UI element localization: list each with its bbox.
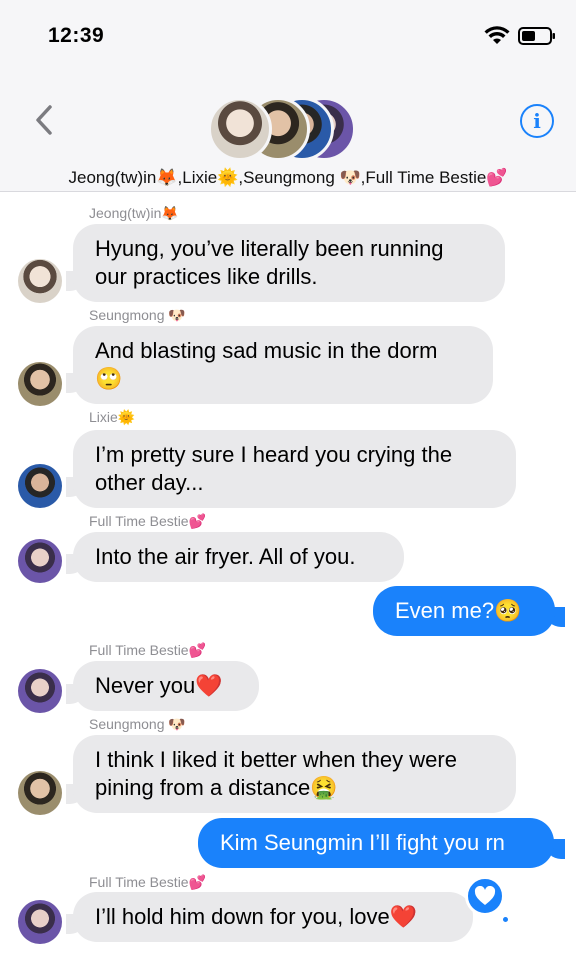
avatar: [18, 669, 62, 713]
message-text: Even me?🥺: [395, 598, 522, 623]
sender-name: Full Time Bestie💕: [89, 513, 207, 529]
message-bubble[interactable]: And blasting sad music in the dorm 🙄: [73, 326, 493, 404]
heart-icon: [474, 886, 496, 905]
message-text: And blasting sad music in the dorm: [95, 338, 438, 363]
message-bubble[interactable]: Kim Seungmin I’ll fight you rn: [198, 818, 554, 868]
info-icon: i: [533, 109, 541, 133]
message-bubble[interactable]: Hyung, you’ve literally been running our…: [73, 224, 505, 302]
wifi-icon: [484, 26, 510, 44]
message-bubble[interactable]: Even me?🥺: [373, 586, 555, 636]
chevron-left-icon: [36, 105, 52, 135]
sender-name: Jeong(tw)in🦊: [89, 205, 179, 221]
message-list[interactable]: Jeong(tw)in🦊 Hyung, you’ve literally bee…: [0, 193, 576, 960]
message-text: Never you❤️: [95, 673, 223, 698]
message-text: Hyung, you’ve literally been running: [95, 236, 444, 261]
message-text: pining from a distance🤮: [95, 775, 338, 800]
conversation-header: 12:39 i Jeong(tw)in🦊,Lixie🌞,Seungmong 🐶,…: [0, 0, 576, 192]
sender-name: Full Time Bestie💕: [89, 874, 207, 890]
status-icons: [484, 26, 556, 46]
info-button[interactable]: i: [520, 104, 554, 138]
message-text: Kim Seungmin I’ll fight you rn: [220, 830, 505, 855]
message-bubble[interactable]: I’m pretty sure I heard you crying the o…: [73, 430, 516, 508]
status-time: 12:39: [48, 24, 105, 47]
message-text: I think I liked it better when they were: [95, 747, 457, 772]
avatar: [18, 539, 62, 583]
group-avatar-stack[interactable]: [208, 97, 358, 161]
message-text: I’m pretty sure I heard you crying the: [95, 442, 453, 467]
avatar: [18, 259, 62, 303]
avatar: [18, 362, 62, 406]
message-text: 🙄: [95, 366, 123, 391]
avatar: [18, 771, 62, 815]
battery-icon: [518, 27, 555, 45]
avatar: [18, 900, 62, 944]
message-bubble[interactable]: Into the air fryer. All of you.: [73, 532, 404, 582]
group-avatar: [208, 97, 272, 161]
sender-name: Seungmong 🐶: [89, 716, 186, 732]
message-text: I’ll hold him down for you, love❤️: [95, 904, 418, 929]
message-bubble[interactable]: I think I liked it better when they were…: [73, 735, 516, 813]
avatar: [18, 464, 62, 508]
sender-name: Seungmong 🐶: [89, 307, 186, 323]
message-text: our practices like drills.: [95, 264, 318, 289]
message-text: other day...: [95, 470, 204, 495]
back-button[interactable]: [24, 98, 64, 142]
message-bubble[interactable]: Never you❤️: [73, 661, 259, 711]
heart-reaction-badge[interactable]: [465, 876, 505, 916]
message-bubble[interactable]: I’ll hold him down for you, love❤️: [73, 892, 473, 942]
sender-name: Full Time Bestie💕: [89, 642, 207, 658]
message-text: Into the air fryer. All of you.: [95, 544, 356, 569]
sender-name: Lixie🌞: [89, 409, 136, 425]
reaction-tail-dot: [501, 915, 510, 924]
group-name-label[interactable]: Jeong(tw)in🦊,Lixie🌞,Seungmong 🐶,Full Tim…: [0, 168, 576, 188]
